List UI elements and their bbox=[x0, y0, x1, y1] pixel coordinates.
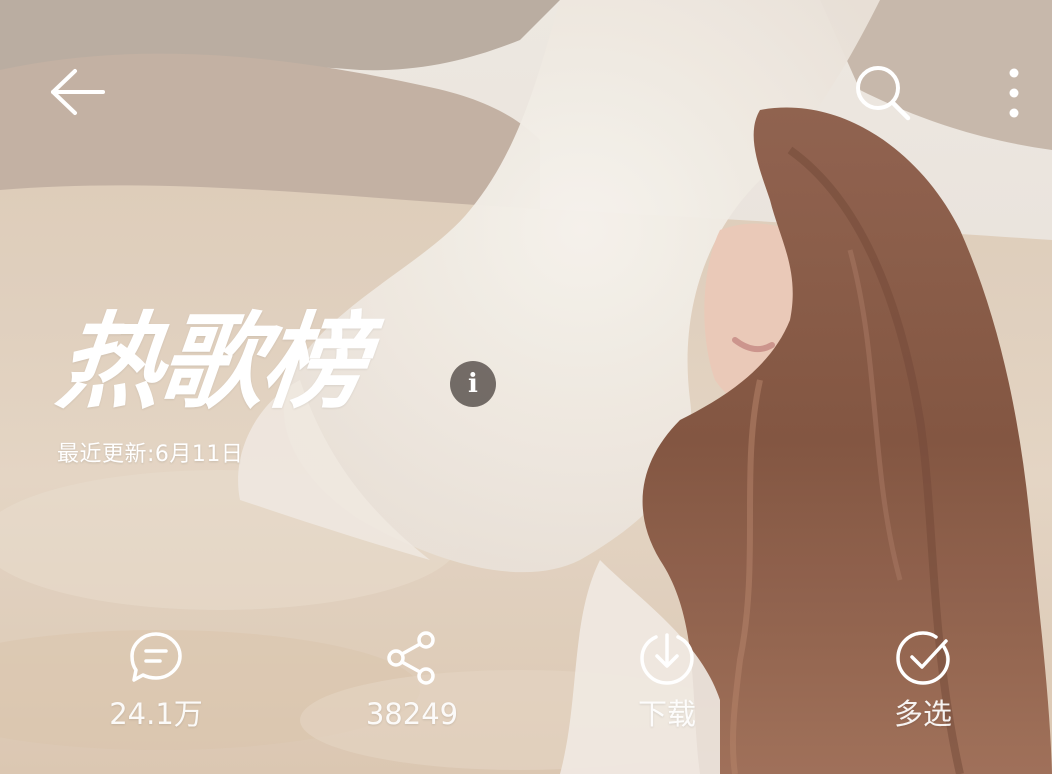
arrow-left-icon bbox=[51, 69, 105, 115]
comment-icon bbox=[130, 632, 182, 682]
playlist-header-screen: 热歌榜 i 最近更新:6月11日 24.1万 38249 下载 多选 bbox=[0, 0, 1052, 774]
share-count: 38249 bbox=[365, 697, 459, 731]
info-button[interactable]: i bbox=[450, 361, 496, 407]
playlist-title-block: 热歌榜 bbox=[52, 280, 371, 423]
multiselect-button[interactable]: 多选 bbox=[848, 628, 998, 729]
comments-count: 24.1万 bbox=[109, 697, 203, 731]
comments-button[interactable]: 24.1万 bbox=[81, 628, 231, 729]
last-updated-text: 最近更新:6月11日 bbox=[57, 442, 244, 467]
multiselect-check-icon bbox=[896, 631, 950, 685]
download-icon bbox=[640, 633, 694, 685]
share-icon bbox=[387, 631, 435, 685]
more-options-button[interactable] bbox=[992, 58, 1036, 128]
info-icon: i bbox=[468, 369, 478, 399]
share-button[interactable]: 38249 bbox=[337, 628, 487, 729]
multiselect-label: 多选 bbox=[893, 697, 952, 731]
search-icon bbox=[856, 66, 911, 121]
playlist-title: 热歌榜 bbox=[51, 301, 371, 423]
search-button[interactable] bbox=[848, 58, 918, 128]
download-button[interactable]: 下载 bbox=[592, 628, 742, 729]
back-button[interactable] bbox=[42, 60, 112, 124]
more-vertical-icon bbox=[1009, 68, 1019, 118]
download-label: 下载 bbox=[637, 697, 696, 731]
